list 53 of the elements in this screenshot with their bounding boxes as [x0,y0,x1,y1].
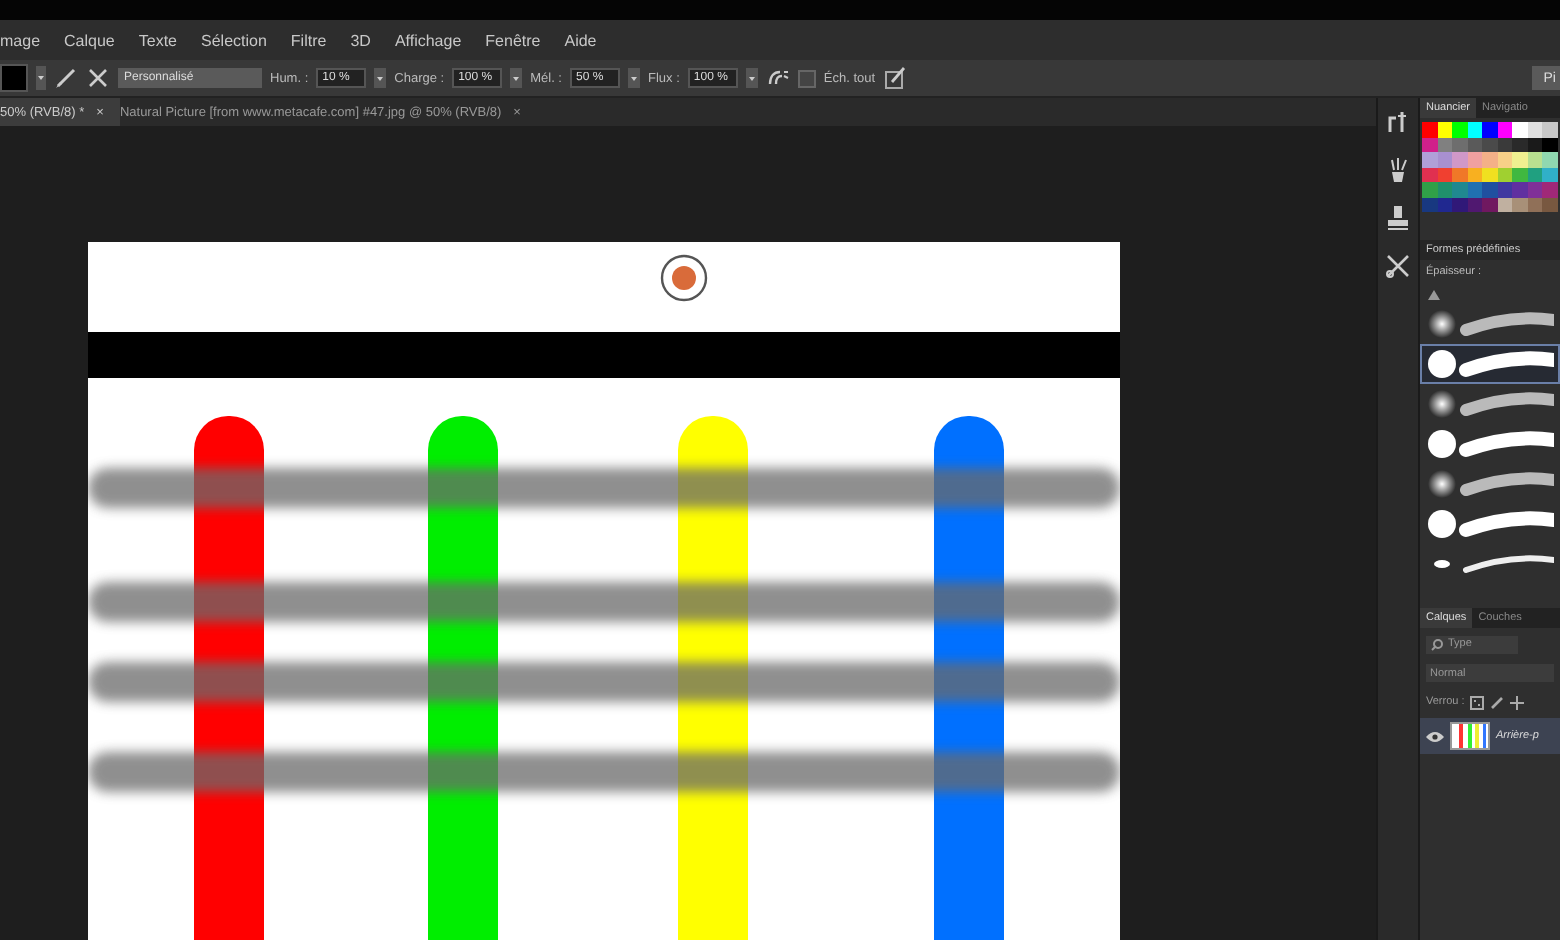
cross-icon[interactable] [86,66,110,90]
color-swatch[interactable] [1542,122,1557,137]
menu-item[interactable]: Calque [64,31,127,49]
menu-item[interactable]: Sélection [201,31,279,49]
color-swatch[interactable] [1422,152,1437,167]
brush-cursor-icon [660,254,708,302]
color-swatch[interactable] [1512,122,1527,137]
brush-pressure-icon[interactable] [883,66,908,90]
stamp-icon[interactable] [1384,204,1412,232]
caret-icon[interactable] [628,68,640,88]
menu-item[interactable]: Filtre [290,31,339,49]
airbrush-icon[interactable] [765,66,790,90]
brush-history-icon[interactable] [1384,108,1412,136]
color-swatch[interactable] [1452,152,1467,167]
menu-item[interactable]: Fenêtre [485,31,553,49]
checkbox[interactable] [797,69,816,87]
menu-item[interactable]: Aide [564,31,609,49]
checker-icon[interactable] [1470,695,1485,709]
color-swatch[interactable] [1452,182,1467,197]
color-swatch[interactable] [1512,182,1527,197]
brush-stroke-icon [1426,466,1554,502]
brush-stroke-icon [1426,506,1554,542]
color-swatch[interactable] [1542,182,1557,197]
color-swatch[interactable] [1542,152,1557,167]
brush-stroke-icon [1426,426,1554,462]
menu-item[interactable]: 3D [350,31,383,49]
caret-icon[interactable] [374,68,387,88]
color-swatch[interactable] [1422,122,1437,137]
triangle-icon[interactable] [1428,290,1440,300]
scissors-icon[interactable] [1384,252,1412,280]
caret-icon[interactable] [36,66,46,90]
color-swatch[interactable] [1482,182,1497,197]
search-icon [1430,637,1444,651]
menu-item[interactable]: mage [0,31,53,49]
brush-stroke-icon [1426,386,1554,422]
color-swatch[interactable] [0,64,28,92]
menu-item[interactable]: Affichage [394,31,474,49]
color-swatch[interactable] [1482,122,1497,137]
color-swatch[interactable] [1422,182,1437,197]
eye-icon[interactable] [1426,729,1444,743]
color-swatch[interactable] [1452,122,1467,137]
color-swatch[interactable] [1482,152,1497,167]
layer-thumbnail [1450,722,1490,750]
move-icon[interactable] [1510,695,1525,709]
caret-icon[interactable] [745,68,758,88]
brush-preset[interactable] [1420,344,1560,384]
caret-icon[interactable] [510,68,523,88]
color-swatch[interactable] [1512,152,1527,167]
menu-item[interactable]: Texte [138,31,189,49]
brush-icon[interactable] [54,66,78,90]
brush-stroke-icon [1426,306,1554,342]
brush-stroke-icon [1426,346,1554,382]
brush-icon[interactable] [1490,695,1505,709]
